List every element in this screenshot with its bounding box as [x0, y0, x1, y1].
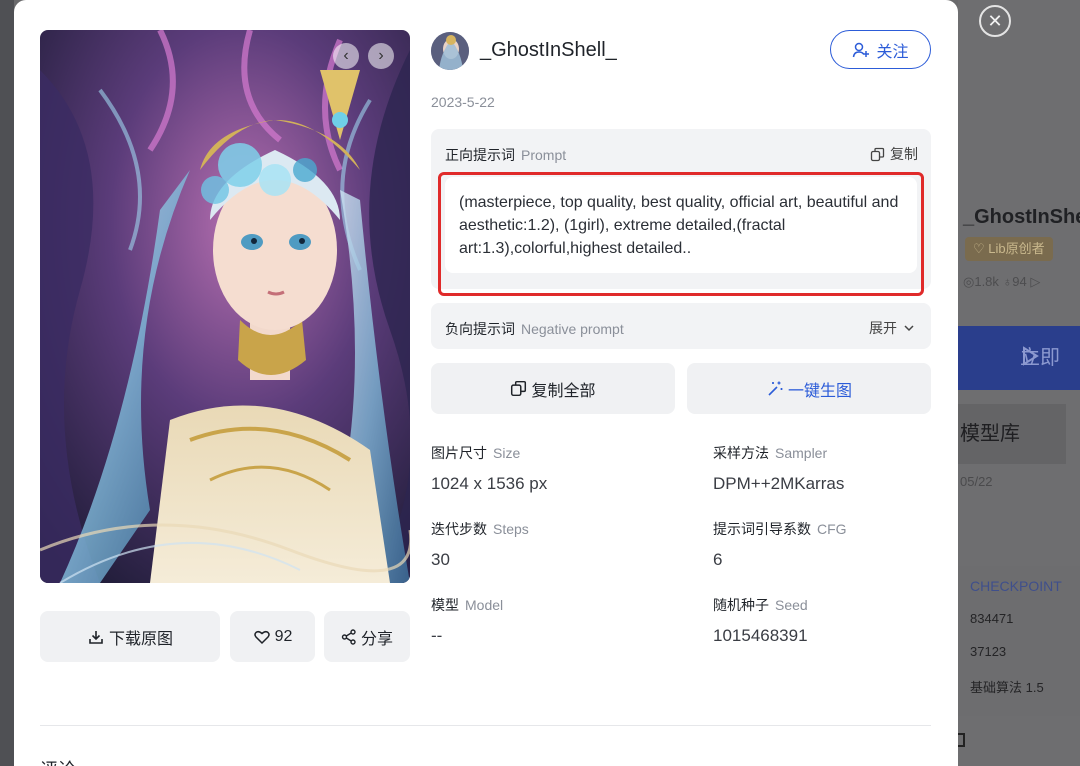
param-label-en: Sampler [775, 445, 828, 461]
copy-all-label: 复制全部 [531, 382, 596, 400]
param-label: 图片尺寸 Size [431, 443, 547, 463]
chevron-down-icon [904, 325, 914, 332]
param-label-cn: 随机种子 [713, 597, 769, 613]
background-badge: ♡ Lib原创者 [965, 237, 1053, 261]
close-icon: ✕ [987, 11, 1003, 31]
follow-button[interactable]: 关注 [830, 30, 931, 69]
param-value: -- [431, 626, 443, 645]
expand-toggle[interactable]: 展开 [869, 318, 915, 338]
publish-date: 2023-5-22 [431, 94, 495, 110]
background-run-button: 立即 [958, 326, 1080, 390]
prompt-label-en: Prompt [521, 147, 567, 163]
prompt-text[interactable]: (masterpiece, top quality, best quality,… [445, 177, 917, 273]
prev-image-button[interactable]: ‹ [333, 43, 359, 69]
comments-title: 评论 [40, 756, 76, 766]
chevron-right-icon: › [378, 47, 384, 64]
negative-prompt-label: 负向提示词 Negative prompt [445, 319, 624, 339]
image-detail-modal: ‹ › 下载原图 92 分享 _GhostInShell_ 关注 2023-5-… [14, 0, 958, 766]
param-label: 提示词引导系数 CFG [713, 519, 847, 539]
generate-label: 一键生图 [787, 382, 852, 400]
negative-prompt-label-cn: 负向提示词 [445, 321, 515, 337]
param-model: 模型 Model -- [431, 595, 503, 646]
prompt-label-cn: 正向提示词 [445, 147, 515, 163]
background-checkpoint-label: CHECKPOINT [970, 578, 1062, 594]
next-image-button[interactable]: › [368, 43, 394, 69]
background-value: 基础算法 1.5 [970, 680, 1044, 695]
negative-prompt-label-en: Negative prompt [521, 321, 624, 337]
param-label-cn: 模型 [431, 597, 459, 613]
param-label-en: Model [465, 597, 504, 613]
param-label: 迭代步数 Steps [431, 519, 529, 539]
play-icon [1023, 346, 1039, 366]
expand-label: 展开 [869, 320, 897, 336]
param-label: 模型 Model [431, 595, 503, 615]
heart-icon [253, 630, 270, 644]
background-value: 37123 [970, 644, 1007, 659]
param-steps: 迭代步数 Steps 30 [431, 519, 529, 570]
param-label-cn: 图片尺寸 [431, 445, 487, 461]
like-count: 92 [274, 627, 293, 645]
param-value: 6 [713, 550, 723, 569]
prompt-label: 正向提示词 Prompt [445, 145, 566, 165]
copy-icon [870, 147, 885, 161]
param-value: 1015468391 [713, 626, 808, 645]
share-label: 分享 [360, 630, 393, 648]
add-user-icon [853, 42, 870, 57]
background-date: 05/22 [960, 474, 993, 489]
section-divider [40, 725, 931, 726]
artwork-image[interactable]: ‹ › [40, 30, 410, 583]
download-original-button[interactable]: 下载原图 [40, 611, 220, 662]
param-label-cn: 提示词引导系数 [713, 521, 811, 537]
param-cfg: 提示词引导系数 CFG 6 [713, 519, 847, 570]
background-author-name: _GhostInShe [963, 206, 1080, 228]
prompt-panel: 正向提示词 Prompt 复制 (masterpiece, top quality… [431, 129, 931, 289]
background-left-strip [0, 0, 14, 766]
param-label-en: Seed [775, 597, 808, 613]
negative-prompt-panel[interactable]: 负向提示词 Negative prompt 展开 [431, 303, 931, 349]
param-label: 采样方法 Sampler [713, 443, 844, 463]
param-size: 图片尺寸 Size 1024 x 1536 px [431, 443, 547, 494]
magic-wand-icon [768, 381, 783, 396]
like-button[interactable]: 92 [230, 611, 315, 662]
chevron-left-icon: ‹ [343, 47, 349, 64]
close-button[interactable]: ✕ [979, 5, 1011, 37]
download-icon [89, 630, 103, 644]
background-stats: ◎1.8k ♁94 ▷ [963, 274, 1041, 289]
param-sampler: 采样方法 Sampler DPM++2MKarras [713, 443, 844, 494]
share-button[interactable]: 分享 [324, 611, 410, 662]
download-label: 下载原图 [108, 630, 173, 648]
param-label-cn: 迭代步数 [431, 521, 487, 537]
copy-prompt-button[interactable]: 复制 [870, 144, 918, 164]
param-value: 1024 x 1536 px [431, 474, 548, 493]
param-label-en: Size [493, 445, 521, 461]
one-click-generate-button[interactable]: 一键生图 [687, 363, 931, 414]
param-value: 30 [431, 550, 450, 569]
param-label: 随机种子 Seed [713, 595, 808, 615]
param-seed: 随机种子 Seed 1015468391 [713, 595, 808, 646]
author-name[interactable]: _GhostInShell_ [480, 39, 617, 62]
artwork-illustration [40, 30, 410, 583]
avatar-image [431, 32, 469, 70]
copy-label: 复制 [890, 146, 918, 162]
share-icon [341, 628, 356, 645]
background-library-button: 模型库 [958, 404, 1066, 464]
copy-all-button[interactable]: 复制全部 [431, 363, 675, 414]
copy-icon [511, 380, 527, 397]
background-value: 834471 [970, 611, 1014, 626]
param-label-en: CFG [817, 521, 847, 537]
avatar[interactable] [431, 32, 469, 70]
follow-label: 关注 [876, 43, 909, 61]
param-label-en: Steps [493, 521, 529, 537]
param-value: DPM++2MKarras [713, 474, 845, 493]
param-label-cn: 采样方法 [713, 445, 769, 461]
